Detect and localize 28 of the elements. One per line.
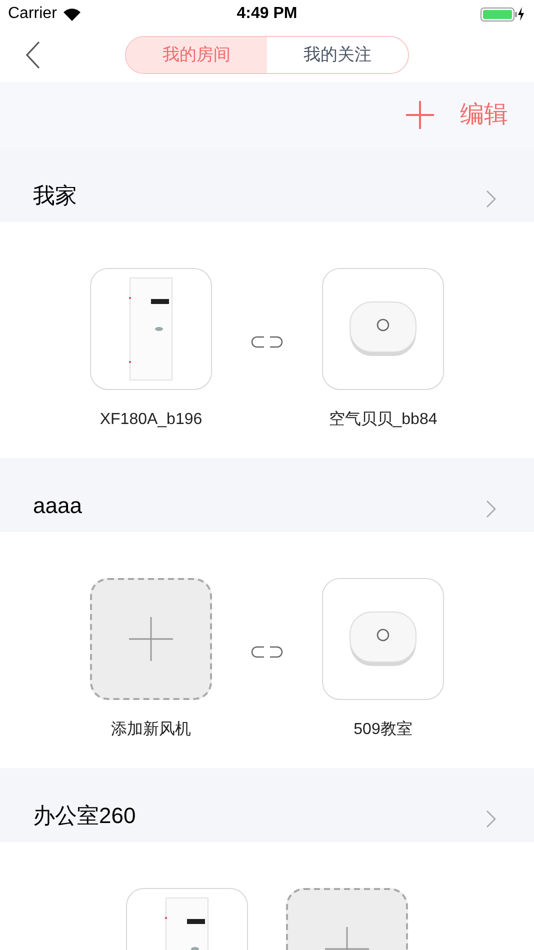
wifi-icon <box>62 8 81 20</box>
carrier-label: Carrier <box>8 4 57 24</box>
plus-icon <box>129 617 173 661</box>
back-icon[interactable] <box>26 41 40 69</box>
air-sensor-drawing <box>348 610 418 668</box>
chevron-right-icon <box>486 190 496 208</box>
device-tile[interactable] <box>322 578 444 700</box>
room-name: aaaa <box>33 492 82 520</box>
add-icon[interactable] <box>406 101 434 129</box>
link-icon <box>250 336 284 348</box>
chevron-right-icon <box>486 810 496 828</box>
device-tile[interactable] <box>90 268 212 390</box>
room-name: 办公室260 <box>33 802 136 830</box>
room-header[interactable]: 我家 <box>0 148 534 222</box>
battery-icon <box>480 6 526 22</box>
clock: 4:49 PM <box>236 4 298 24</box>
device-name: 添加新风机 <box>111 720 191 740</box>
add-device-tile[interactable] <box>90 578 212 700</box>
device-name: 空气贝贝_bb84 <box>328 410 438 430</box>
room-header[interactable]: aaaa <box>0 458 534 532</box>
room-name: 我家 <box>33 182 77 210</box>
chevron-right-icon <box>486 500 496 518</box>
link-icon <box>250 646 284 658</box>
room-header[interactable]: 办公室260 <box>0 768 534 842</box>
device-name: 509教室 <box>354 720 412 740</box>
air-sensor-drawing <box>348 300 418 358</box>
device-tile[interactable] <box>322 268 444 390</box>
device-name: XF180A_b196 <box>100 410 202 430</box>
